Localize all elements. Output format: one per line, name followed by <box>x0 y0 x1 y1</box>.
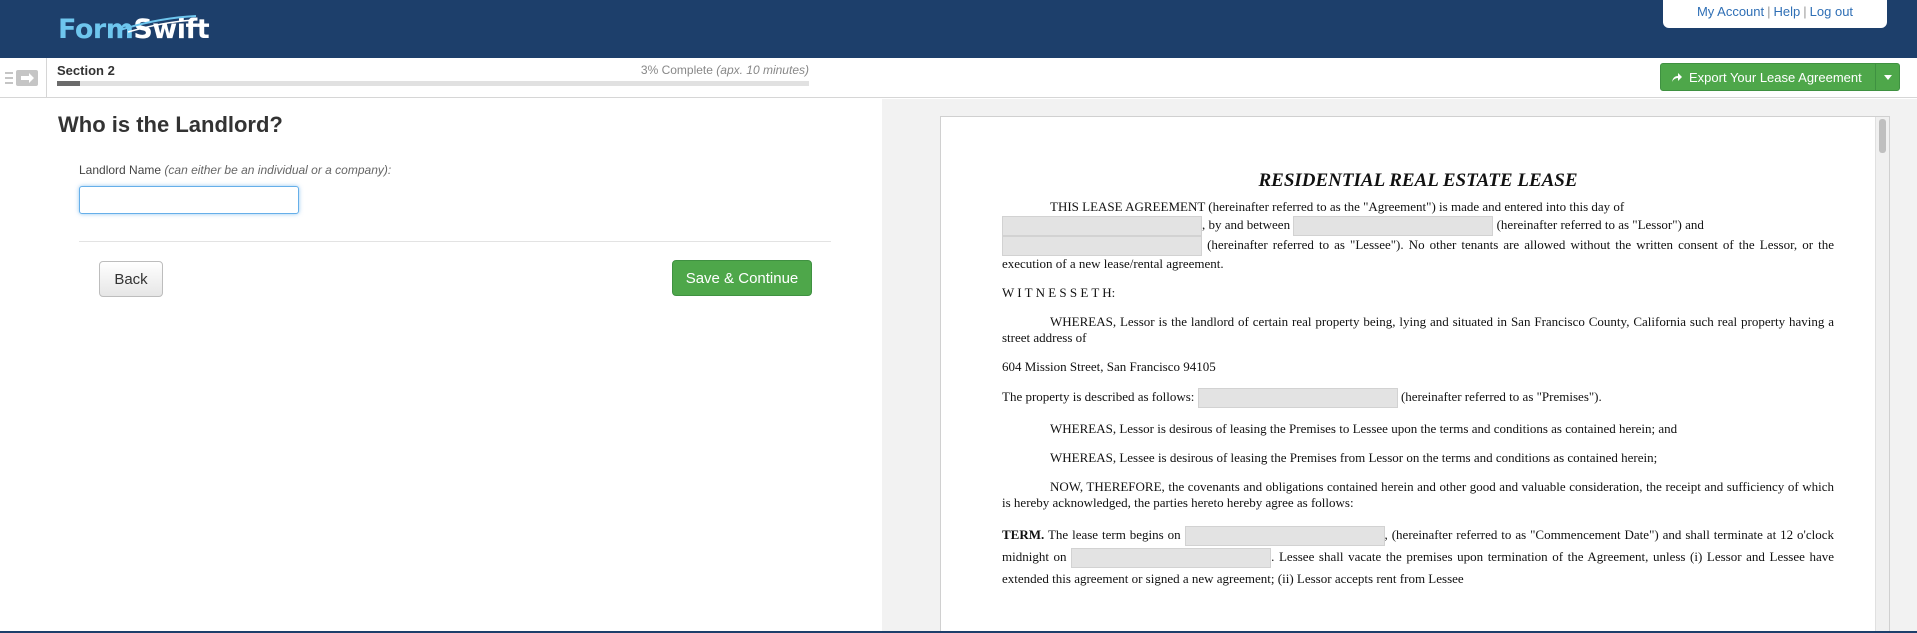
export-dropdown-toggle[interactable] <box>1875 64 1899 90</box>
back-button[interactable]: Back <box>99 261 163 297</box>
doc-paragraph: THIS LEASE AGREEMENT (hereinafter referr… <box>1002 199 1834 215</box>
progress-label: 3% Complete <box>640 63 713 77</box>
section-title: Section 2 <box>57 63 115 78</box>
progress-fill <box>57 81 80 86</box>
export-label: Export Your Lease Agreement <box>1689 69 1862 85</box>
document-page[interactable]: RESIDENTIAL REAL ESTATE LEASE THIS LEASE… <box>940 116 1890 633</box>
term-label: TERM. <box>1002 527 1045 542</box>
export-main[interactable]: Export Your Lease Agreement <box>1661 64 1875 90</box>
scrollbar-thumb[interactable] <box>1879 119 1886 153</box>
question-title: Who is the Landlord? <box>58 112 283 137</box>
doc-text: (hereinafter referred to as "Lessor") an… <box>1496 216 1704 232</box>
formswift-logo[interactable]: FormSwift <box>58 10 210 50</box>
doc-paragraph: WHEREAS, Lessor is desirous of leasing t… <box>1050 421 1678 436</box>
doc-paragraph: NOW, THEREFORE, the covenants and obliga… <box>1002 479 1834 510</box>
document-title: RESIDENTIAL REAL ESTATE LEASE <box>1258 170 1578 191</box>
blank-field[interactable] <box>1184 526 1385 547</box>
doc-text: , by and between <box>1202 216 1291 232</box>
doc-paragraph: TERM. The lease term begins on , (herein… <box>1002 524 1834 590</box>
logout-link[interactable]: Log out <box>1810 4 1853 19</box>
doc-paragraph: WHEREAS, Lessee is desirous of leasing t… <box>1050 450 1658 465</box>
progress-bar <box>57 81 809 86</box>
save-continue-button[interactable]: Save & Continue <box>672 260 812 296</box>
section-bar: Section 2 3% Complete (apx. 10 minutes) … <box>0 58 1917 98</box>
doc-paragraph: The property is described as follows: (h… <box>1002 388 1834 408</box>
link-separator: | <box>1767 4 1771 19</box>
help-link[interactable]: Help <box>1774 4 1801 19</box>
landlord-name-label: Landlord Name (can either be an individu… <box>79 163 391 177</box>
blank-field[interactable] <box>1293 216 1494 236</box>
doc-address: 604 Mission Street, San Francisco 94105 <box>1002 359 1216 374</box>
account-links: My Account | Help | Log out <box>1663 0 1887 28</box>
form-panel: Who is the Landlord? Landlord Name (can … <box>0 99 882 633</box>
doc-text: (hereinafter referred to as "Premises"). <box>1400 388 1602 404</box>
progress-text: 3% Complete (apx. 10 minutes) <box>620 63 809 77</box>
doc-paragraph: WHEREAS, Lessor is the landlord of certa… <box>1002 314 1834 345</box>
witnesseth-heading: W I T N E S S E T H: <box>1002 285 1116 300</box>
blank-field[interactable] <box>1002 216 1202 236</box>
blank-field[interactable] <box>1197 388 1398 408</box>
progress-eta: (apx. 10 minutes) <box>716 63 809 77</box>
doc-text: THIS LEASE AGREEMENT (hereinafter referr… <box>1050 199 1625 214</box>
doc-text: The property is described as follows: <box>1002 388 1195 404</box>
label-main: Landlord Name <box>79 163 162 177</box>
my-account-link[interactable]: My Account <box>1697 4 1764 19</box>
doc-paragraph: , by and between (hereinafter referred t… <box>1002 216 1834 272</box>
blank-field[interactable] <box>1002 236 1202 256</box>
export-lease-button[interactable]: Export Your Lease Agreement <box>1660 63 1900 91</box>
document-preview-panel: RESIDENTIAL REAL ESTATE LEASE THIS LEASE… <box>882 99 1917 633</box>
menu-arrow-icon <box>5 70 38 86</box>
label-hint: (can either be an individual or a compan… <box>164 163 392 177</box>
landlord-name-input[interactable] <box>79 186 299 214</box>
share-arrow-icon <box>1672 72 1682 82</box>
logo-swoosh-icon <box>119 15 197 33</box>
section-menu-toggle[interactable] <box>0 58 47 98</box>
document-scrollbar[interactable] <box>1875 117 1889 632</box>
link-separator: | <box>1803 4 1807 19</box>
doc-text: The lease term begins on <box>1047 527 1181 542</box>
form-divider <box>79 241 831 242</box>
document-body: RESIDENTIAL REAL ESTATE LEASE THIS LEASE… <box>1002 170 1834 603</box>
top-header: FormSwift My Account | Help | Log out <box>0 0 1917 58</box>
caret-down-icon <box>1883 74 1892 80</box>
blank-field[interactable] <box>1071 548 1272 569</box>
